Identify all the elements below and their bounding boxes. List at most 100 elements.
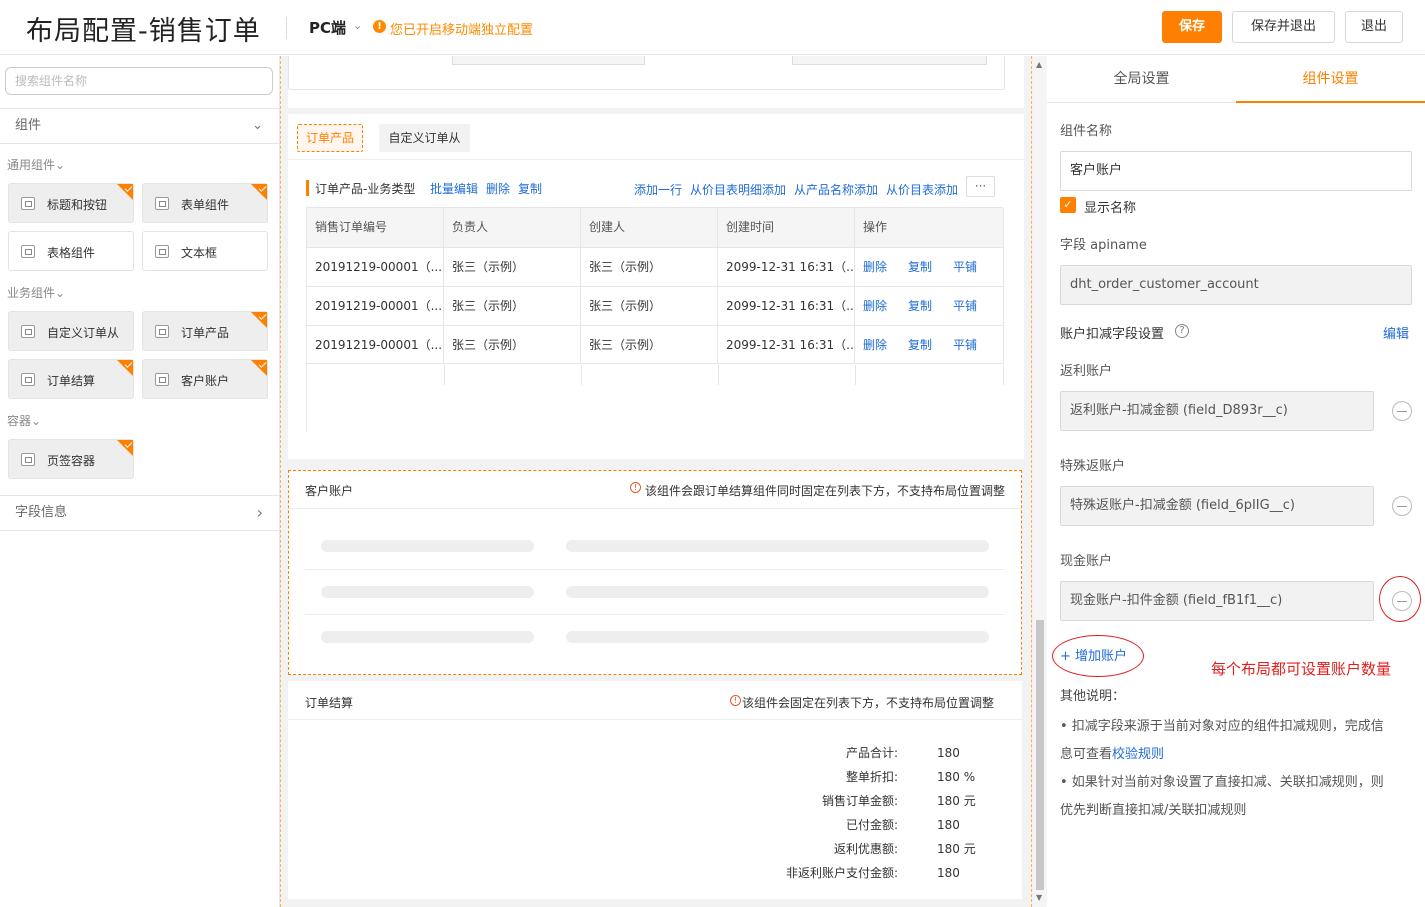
settlement-value: 180 元 bbox=[937, 842, 976, 856]
search-input[interactable]: 搜索组件名称 bbox=[5, 67, 273, 95]
row-delete-link[interactable]: 删除 bbox=[863, 299, 887, 313]
show-name-label: 显示名称 bbox=[1084, 201, 1137, 216]
component-title-button[interactable]: 标题和按钮 bbox=[8, 183, 134, 223]
group-common[interactable]: 通用组件⌄ bbox=[7, 156, 65, 173]
skeleton-bar bbox=[321, 631, 534, 643]
page-title: 布局配置-销售订单 bbox=[26, 16, 261, 47]
component-table[interactable]: 表格组件 bbox=[8, 231, 134, 271]
help-icon[interactable]: ? bbox=[1175, 324, 1189, 338]
add-from-price-detail-link[interactable]: 从价目表明细添加 bbox=[690, 181, 786, 198]
more-button[interactable]: ··· bbox=[966, 176, 995, 197]
tab-order-product[interactable]: 订单产品 bbox=[297, 124, 363, 152]
add-from-product-name-link[interactable]: 从产品名称添加 bbox=[794, 181, 878, 198]
account-field[interactable]: 返利账户-扣减金额 (field_D893r__c) bbox=[1060, 391, 1374, 431]
field-info-section[interactable]: 字段信息 › bbox=[0, 495, 279, 531]
row-copy-link[interactable]: 复制 bbox=[908, 260, 932, 274]
header-divider bbox=[286, 17, 287, 39]
component-order-settle[interactable]: 订单结算 bbox=[8, 359, 134, 399]
added-check-icon bbox=[117, 440, 133, 456]
batch-edit-link[interactable]: 批量编辑 bbox=[430, 180, 478, 197]
component-icon bbox=[155, 197, 169, 210]
scroll-up-icon[interactable]: ▲ bbox=[1036, 60, 1042, 69]
scrollbar-thumb[interactable] bbox=[1036, 620, 1044, 890]
account-label: 特殊返账户 bbox=[1060, 459, 1126, 474]
cell-actions: 删除 复制 平铺 bbox=[855, 247, 1004, 286]
settlement-values: 180 180 % 180 元 180 180 元 180 bbox=[937, 741, 1007, 885]
save-button[interactable]: 保存 bbox=[1162, 11, 1222, 43]
field-info-label: 字段信息 bbox=[15, 505, 68, 520]
form-input[interactable] bbox=[792, 56, 987, 65]
validation-rules-link[interactable]: 校验规则 bbox=[1112, 747, 1164, 762]
group-business[interactable]: 业务组件⌄ bbox=[7, 284, 65, 301]
cell-creator: 张三（示例） bbox=[581, 247, 718, 286]
form-select[interactable] bbox=[452, 56, 645, 65]
component-order-product[interactable]: 订单产品 bbox=[142, 311, 268, 351]
delete-link[interactable]: 删除 bbox=[486, 180, 510, 197]
component-custom-order[interactable]: 自定义订单从 bbox=[8, 311, 134, 351]
row-tile-link[interactable]: 平铺 bbox=[953, 260, 977, 274]
account-field[interactable]: 现金账户-扣件金额 (field_fB1f1__c) bbox=[1060, 581, 1374, 621]
row-delete-link[interactable]: 删除 bbox=[863, 338, 887, 352]
skeleton-bar bbox=[321, 586, 534, 598]
apiname-input[interactable]: dht_order_customer_account bbox=[1060, 265, 1412, 305]
customer-account-card[interactable]: 客户账户 ! 该组件会跟订单结算组件同时固定在列表下方，不支持布局位置调整 bbox=[288, 470, 1022, 675]
tab-component-settings[interactable]: 组件设置 bbox=[1236, 56, 1425, 103]
remove-account-icon[interactable] bbox=[1392, 496, 1412, 516]
col-header-owner: 负责人 bbox=[444, 208, 581, 247]
divider bbox=[288, 159, 1024, 160]
row-copy-link[interactable]: 复制 bbox=[908, 299, 932, 313]
tab-global-settings[interactable]: 全局设置 bbox=[1047, 56, 1236, 103]
chevron-down-icon: ⌄ bbox=[252, 118, 263, 133]
components-section-label: 组件 bbox=[15, 118, 42, 133]
cell-creator: 张三（示例） bbox=[581, 325, 718, 364]
copy-link[interactable]: 复制 bbox=[518, 180, 542, 197]
component-name-input[interactable]: 客户账户 bbox=[1060, 151, 1412, 191]
component-tab-container[interactable]: 页签容器 bbox=[8, 439, 134, 479]
row-delete-link[interactable]: 删除 bbox=[863, 260, 887, 274]
save-and-exit-button[interactable]: 保存并退出 bbox=[1232, 11, 1335, 43]
cell-creator: 张三（示例） bbox=[581, 286, 718, 325]
col-line bbox=[1003, 365, 1004, 385]
component-textbox[interactable]: 文本框 bbox=[142, 231, 268, 271]
chevron-down-icon[interactable]: ⌄ bbox=[353, 19, 362, 32]
component-icon bbox=[155, 325, 169, 338]
cell-order-no: 20191219-00001（... bbox=[307, 247, 444, 286]
settlement-labels: 产品合计: 整单折扣: 销售订单金额: 已付金额: 返利优惠额: 非返利账户支付… bbox=[698, 741, 898, 885]
cell-time: 2099-12-31 16:31（... bbox=[718, 325, 855, 364]
info-icon: ! bbox=[630, 482, 641, 493]
component-icon bbox=[21, 245, 35, 258]
remove-account-icon[interactable] bbox=[1392, 401, 1412, 421]
row-tile-link[interactable]: 平铺 bbox=[953, 338, 977, 352]
cell-owner: 张三（示例） bbox=[444, 247, 581, 286]
added-check-icon bbox=[117, 184, 133, 200]
account-field[interactable]: 特殊返账户-扣减金额 (field_6pIIG__c) bbox=[1060, 486, 1374, 526]
group-container[interactable]: 容器⌄ bbox=[7, 412, 41, 429]
settlement-value: 180 bbox=[937, 818, 960, 832]
note-line: 优先判断直接扣减/关联扣减规则 bbox=[1060, 803, 1247, 818]
exit-button[interactable]: 退出 bbox=[1345, 11, 1403, 43]
add-row-link[interactable]: 添加一行 bbox=[634, 181, 682, 198]
skeleton-bar bbox=[566, 540, 989, 552]
component-icon bbox=[155, 373, 169, 386]
show-name-checkbox[interactable]: ✓ bbox=[1060, 197, 1076, 213]
scroll-down-icon[interactable]: ▼ bbox=[1036, 893, 1042, 902]
info-icon: ! bbox=[730, 695, 741, 706]
add-from-price-link[interactable]: 从价目表添加 bbox=[886, 181, 958, 198]
settlement-label: 产品合计: bbox=[845, 746, 898, 760]
tab-custom-order[interactable]: 自定义订单从 bbox=[379, 124, 470, 152]
added-check-icon bbox=[251, 312, 267, 328]
cell-owner: 张三（示例） bbox=[444, 325, 581, 364]
row-tile-link[interactable]: 平铺 bbox=[953, 299, 977, 313]
cell-time: 2099-12-31 16:31（... bbox=[718, 247, 855, 286]
components-section[interactable]: 组件 ⌄ bbox=[0, 108, 279, 144]
layout-canvas: 订单产品 自定义订单从 订单产品-业务类型 批量编辑 删除 复制 添加一行 从价… bbox=[280, 56, 1033, 907]
col-header-order-no: 销售订单编号 bbox=[307, 208, 444, 247]
cell-owner: 张三（示例） bbox=[444, 286, 581, 325]
order-settlement-card[interactable]: 订单结算 ! 该组件会固定在列表下方，不支持布局位置调整 产品合计: 整单折扣:… bbox=[288, 681, 1022, 899]
highlight-ellipse bbox=[1052, 635, 1144, 677]
component-customer-account[interactable]: 客户账户 bbox=[142, 359, 268, 399]
component-form[interactable]: 表单组件 bbox=[142, 183, 268, 223]
edit-link[interactable]: 编辑 bbox=[1383, 323, 1409, 342]
row-copy-link[interactable]: 复制 bbox=[908, 338, 932, 352]
platform-select[interactable]: PC端 bbox=[309, 17, 346, 38]
